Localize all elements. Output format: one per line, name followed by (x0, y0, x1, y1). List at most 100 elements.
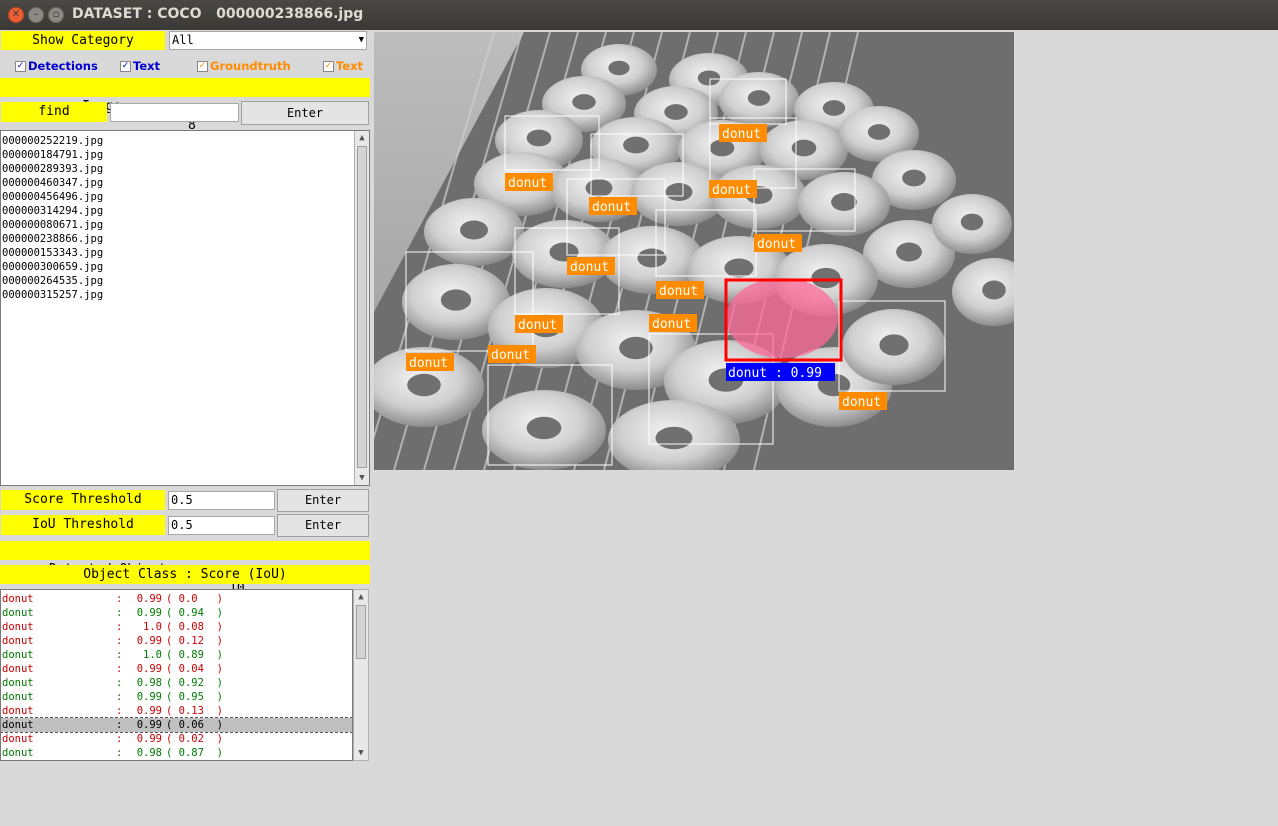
scroll-thumb[interactable] (356, 605, 366, 659)
file-list-item[interactable]: 000000314294.jpg (1, 204, 353, 218)
object-iou: 0.13 (178, 705, 204, 717)
scroll-down-icon[interactable]: ▼ (356, 471, 368, 485)
checkbox-icon[interactable]: ✓ (323, 60, 334, 72)
checkbox-icon[interactable]: ✓ (197, 60, 208, 72)
donut-hole (608, 60, 630, 76)
object-colon: : (116, 649, 123, 661)
object-list-row[interactable]: donut: 0.99 ( 0.04 ) (1, 662, 352, 676)
donut-hole (440, 289, 472, 311)
object-class: donut (2, 593, 34, 605)
object-iou: 0.89 (178, 649, 204, 661)
donut-photo: donut donut donut donut donut donut donut donut… (374, 32, 1014, 470)
groundtruth-tag-label: donut (592, 200, 631, 215)
object-class: donut (2, 621, 34, 633)
file-list-item[interactable]: 000000460347.jpg (1, 176, 353, 190)
object-list-row[interactable]: donut: 0.99 ( 0.13 ) (1, 704, 352, 718)
object-paren-close: ) (203, 649, 223, 661)
donut-hole (637, 248, 667, 268)
image-counter: Image 8 / 12 (0, 78, 370, 171)
object-colon: : (116, 635, 123, 647)
scroll-up-icon[interactable]: ▲ (356, 131, 368, 145)
donut-hole (585, 179, 613, 197)
object-list-row[interactable]: donut: 0.99 ( 0.02 ) (1, 732, 352, 746)
donut-hole (982, 280, 1006, 300)
close-icon[interactable]: ✕ (8, 7, 24, 23)
object-paren-open: ( (166, 607, 179, 619)
image-viewer[interactable]: donut donut donut donut donut donut donut donut… (374, 32, 1014, 470)
object-list-row[interactable]: donut: 0.99 ( 0.0 ) (1, 592, 352, 606)
detection-text-checkbox[interactable]: ✓ Text (120, 59, 160, 73)
file-list[interactable]: 000000252219.jpg 000000184791.jpg 00000028… (0, 130, 370, 486)
groundtruth-tag-label: donut (652, 317, 691, 332)
object-list-row[interactable]: donut: 0.99 ( 0.94 ) (1, 606, 352, 620)
object-list-row[interactable]: donut: 1.0 ( 0.89 ) (1, 648, 352, 662)
checkbox-icon[interactable]: ✓ (120, 60, 131, 72)
scroll-down-icon[interactable]: ▼ (355, 746, 367, 760)
detected-object-counter: Detected Object : 10 / 31 (0, 541, 370, 634)
file-list-item[interactable]: 000000252219.jpg (1, 134, 353, 148)
object-colon: : (116, 663, 123, 675)
object-iou: 0.94 (178, 607, 204, 619)
file-list-item[interactable]: 000000080671.jpg (1, 218, 353, 232)
groundtruth-tag-label: donut (491, 348, 530, 363)
object-paren-open: ( (166, 621, 179, 633)
object-paren-open: ( (166, 593, 179, 605)
object-list[interactable]: donut:0.99( 0.0 ) donut:0.99( 0.94 ) donut… (0, 589, 353, 761)
file-list-item[interactable]: 000000456496.jpg (1, 190, 353, 204)
object-list-row[interactable]: donut: 0.99 ( 0.95 ) (1, 690, 352, 704)
maximize-icon[interactable]: ▫ (48, 7, 64, 23)
file-list-item[interactable]: 000000300659.jpg (1, 260, 353, 274)
object-iou: 0.04 (178, 663, 204, 675)
checkbox-icon[interactable]: ✓ (15, 60, 26, 72)
object-paren-close: ) (203, 747, 223, 759)
iou-enter-button[interactable]: Enter (277, 514, 369, 537)
scroll-thumb[interactable] (357, 146, 367, 468)
file-list-scrollbar[interactable]: ▲ ▼ (354, 131, 369, 485)
donut-hole (460, 220, 488, 240)
file-list-item[interactable]: 000000315257.jpg (1, 288, 353, 302)
file-list-item[interactable]: 000000184791.jpg (1, 148, 353, 162)
object-paren-close: ) (203, 635, 223, 647)
groundtruth-text-checkbox[interactable]: ✓ Text (323, 59, 363, 73)
score-threshold-label: Score Threshold (1, 490, 165, 510)
object-colon: : (116, 677, 123, 689)
find-label: find (1, 102, 107, 122)
object-paren-close: ) (203, 677, 223, 689)
donut-hole (664, 104, 688, 120)
detections-checkbox[interactable]: ✓ Detections (15, 59, 98, 73)
file-list-item[interactable]: 000000153343.jpg (1, 246, 353, 260)
object-iou: 0.87 (178, 747, 204, 759)
groundtruth-checkbox[interactable]: ✓ Groundtruth (197, 59, 291, 73)
score-threshold-input[interactable]: 0.5 (168, 491, 275, 510)
object-paren-open: ( (166, 747, 179, 759)
object-list-row[interactable]: donut: 1.0 ( 0.08 ) (1, 620, 352, 634)
object-colon: : (116, 593, 123, 605)
object-paren-open: ( (166, 691, 179, 703)
object-paren-open: ( (166, 705, 179, 717)
donut-hole (697, 70, 721, 86)
object-list-row[interactable]: donut: 0.99 ( 0.12 ) (1, 634, 352, 648)
file-list-item[interactable]: 000000289393.jpg (1, 162, 353, 176)
donut-hole (407, 373, 441, 397)
iou-threshold-input[interactable]: 0.5 (168, 516, 275, 535)
donut-hole (747, 90, 771, 106)
object-list-scrollbar[interactable]: ▲ ▼ (353, 589, 369, 761)
object-score: 0.99 (136, 691, 162, 703)
minimize-icon[interactable]: – (28, 7, 44, 23)
show-category-label: Show Category (1, 31, 165, 50)
object-list-row[interactable]: donut: 0.98 ( 0.87 ) (1, 746, 352, 760)
find-enter-button[interactable]: Enter (241, 101, 369, 125)
donut-hole (896, 242, 922, 262)
object-paren-open: ( (166, 733, 179, 745)
find-input[interactable] (110, 103, 239, 122)
object-colon: : (116, 621, 123, 633)
donut-hole (724, 258, 754, 278)
object-list-row[interactable]: donut: 0.98 ( 0.92 ) (1, 676, 352, 690)
chevron-down-icon[interactable]: ▼ (359, 32, 364, 49)
file-list-item[interactable]: 000000238866.jpg (1, 232, 353, 246)
scroll-up-icon[interactable]: ▲ (355, 590, 367, 604)
score-enter-button[interactable]: Enter (277, 489, 369, 512)
category-select[interactable]: All ▼ (169, 31, 367, 50)
file-list-item[interactable]: 000000264535.jpg (1, 274, 353, 288)
object-list-row[interactable]: donut: 0.99 ( 0.06 ) (1, 717, 352, 733)
